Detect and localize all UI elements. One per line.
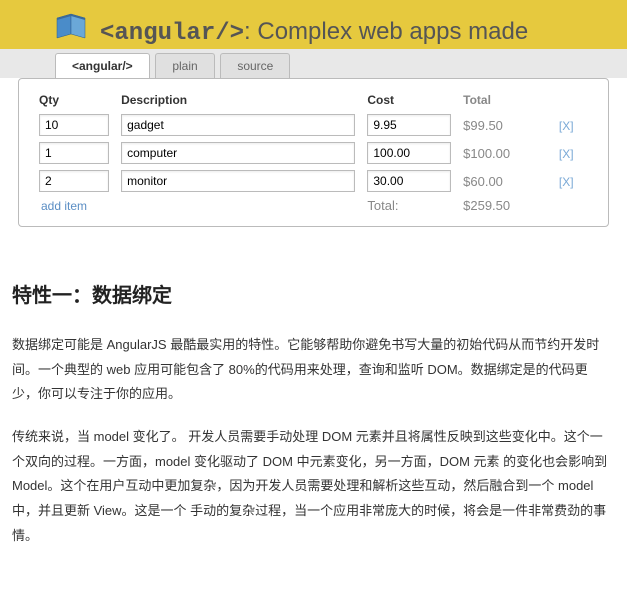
qty-input[interactable] bbox=[39, 142, 109, 164]
tab-plain[interactable]: plain bbox=[155, 53, 214, 78]
row-total: $60.00 bbox=[457, 167, 553, 195]
table-row: $100.00 [X] bbox=[33, 139, 594, 167]
table-header-row: Qty Description Cost Total bbox=[33, 89, 594, 111]
desc-input[interactable] bbox=[121, 142, 355, 164]
example-panel: Qty Description Cost Total $99.50 [X] $1… bbox=[18, 78, 609, 227]
cost-input[interactable] bbox=[367, 114, 451, 136]
add-item-link[interactable]: add item bbox=[39, 199, 87, 213]
table-footer-row: add item Total: $259.50 bbox=[33, 195, 594, 216]
tabs: <angular/> plain source bbox=[0, 49, 627, 78]
desc-input[interactable] bbox=[121, 114, 355, 136]
remove-link[interactable]: [X] bbox=[559, 147, 574, 161]
header-cost: Cost bbox=[361, 89, 457, 111]
row-total: $99.50 bbox=[457, 111, 553, 139]
book-icon bbox=[55, 12, 91, 43]
header-qty: Qty bbox=[33, 89, 115, 111]
cost-input[interactable] bbox=[367, 170, 451, 192]
desc-input[interactable] bbox=[121, 170, 355, 192]
total-label: Total: bbox=[361, 195, 457, 216]
header-desc: Description bbox=[115, 89, 361, 111]
article-p1: 数据绑定可能是 AngularJS 最酷最实用的特性。它能够帮助你避免书写大量的… bbox=[12, 333, 609, 407]
qty-input[interactable] bbox=[39, 114, 109, 136]
table-row: $60.00 [X] bbox=[33, 167, 594, 195]
total-value: $259.50 bbox=[457, 195, 553, 216]
tab-angular[interactable]: <angular/> bbox=[55, 53, 150, 78]
banner-rest: : Complex web apps made bbox=[244, 18, 528, 45]
angular-tag: <angular/> bbox=[100, 20, 244, 47]
banner-title: <angular/>: Complex web apps made bbox=[100, 18, 607, 47]
article-heading: 特性一：数据绑定 bbox=[12, 279, 609, 308]
cart-table: Qty Description Cost Total $99.50 [X] $1… bbox=[33, 89, 594, 216]
remove-link[interactable]: [X] bbox=[559, 119, 574, 133]
table-row: $99.50 [X] bbox=[33, 111, 594, 139]
qty-input[interactable] bbox=[39, 170, 109, 192]
article: 特性一：数据绑定 数据绑定可能是 AngularJS 最酷最实用的特性。它能够帮… bbox=[0, 227, 627, 585]
article-p2: 传统来说，当 model 变化了。 开发人员需要手动处理 DOM 元素并且将属性… bbox=[12, 425, 609, 548]
tab-source[interactable]: source bbox=[220, 53, 290, 78]
row-total: $100.00 bbox=[457, 139, 553, 167]
remove-link[interactable]: [X] bbox=[559, 175, 574, 189]
header-total: Total bbox=[457, 89, 553, 111]
cost-input[interactable] bbox=[367, 142, 451, 164]
